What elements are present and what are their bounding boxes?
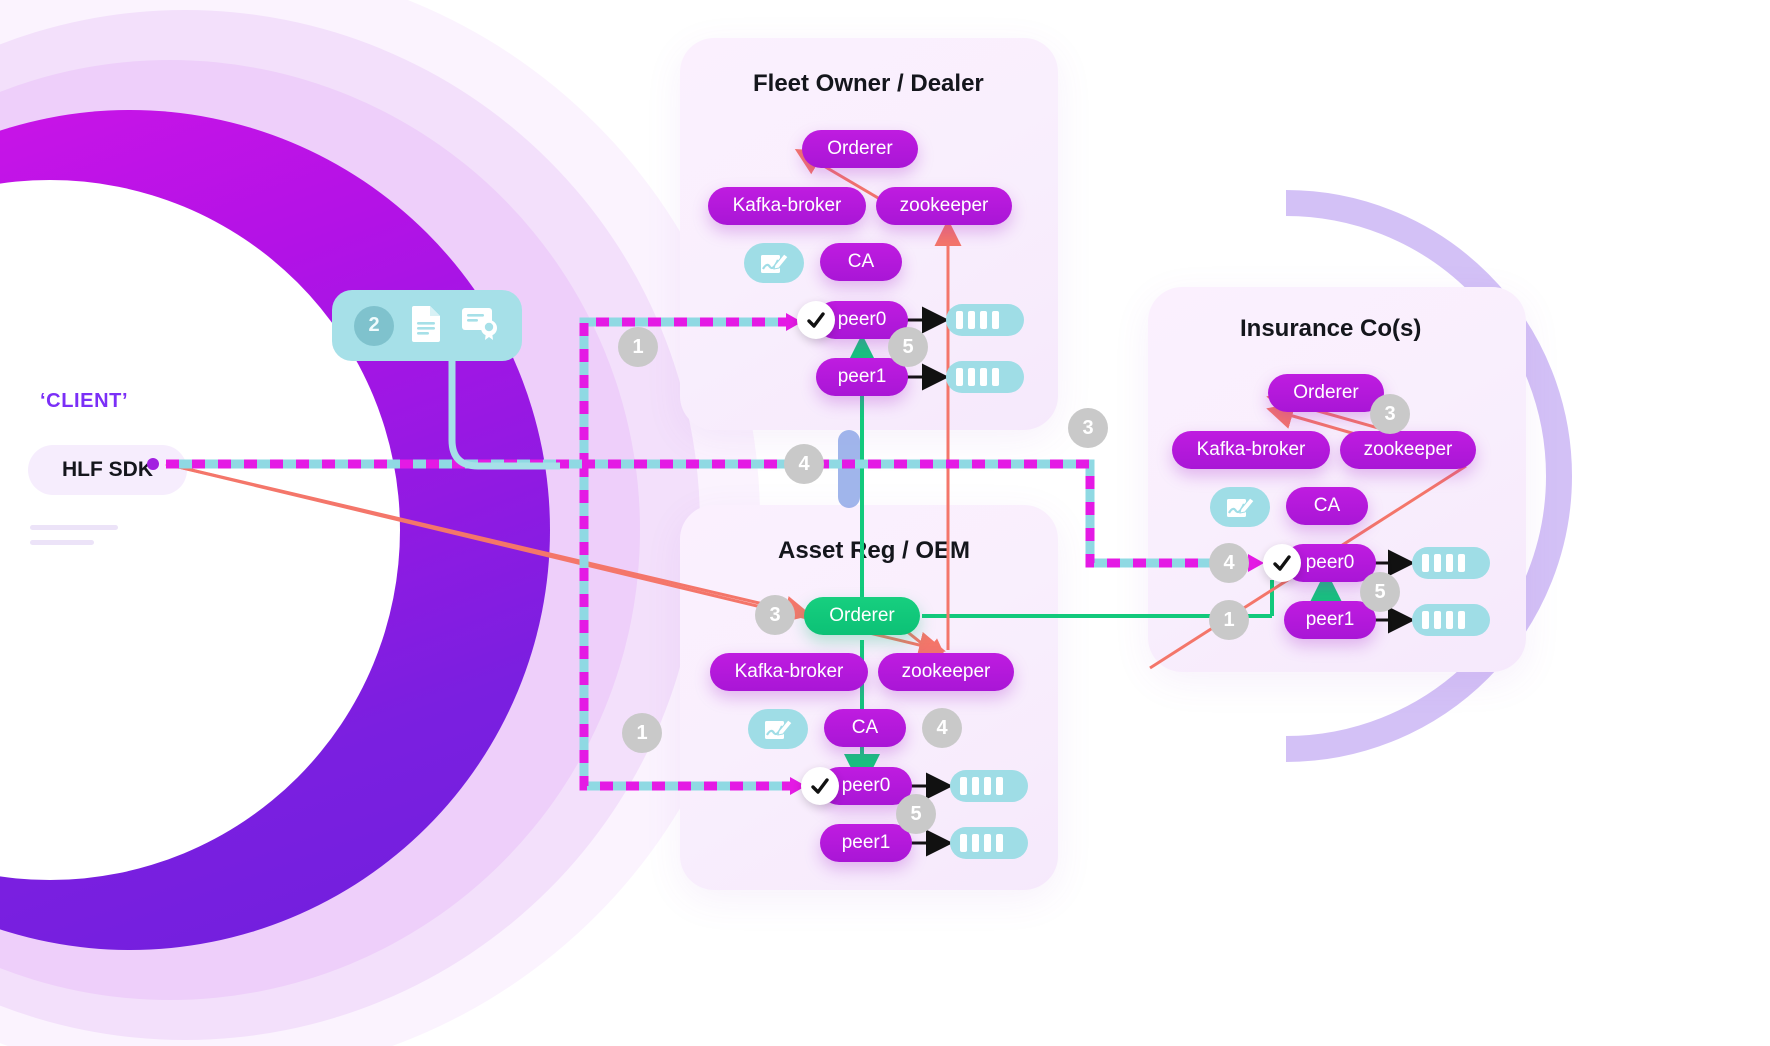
badge-oem-step-4: 4 (922, 708, 962, 748)
badge-oem-step-3: 3 (755, 595, 795, 635)
badge-insurance-step-3: 3 (1370, 394, 1410, 434)
fleet-kafka-broker-node[interactable]: Kafka-broker (708, 187, 866, 225)
certificate-icon (460, 304, 500, 347)
oem-kafka-broker-node[interactable]: Kafka-broker (710, 653, 868, 691)
hlf-sdk-node[interactable]: HLF SDK (28, 445, 187, 495)
insurance-kafka-broker-node[interactable]: Kafka-broker (1172, 431, 1330, 469)
badge-fleet-step-5: 5 (888, 327, 928, 367)
badge-insurance-step-5: 5 (1360, 572, 1400, 612)
insurance-ca-node[interactable]: CA (1286, 487, 1368, 525)
oem-signature-icon (748, 709, 808, 749)
oem-orderer-node[interactable]: Orderer (804, 597, 920, 635)
fleet-peer1-ledger-icon (946, 361, 1024, 393)
oem-peer1-ledger-icon (950, 827, 1028, 859)
fleet-peer1-node[interactable]: peer1 (816, 358, 908, 396)
fleet-peer0-check-icon (797, 301, 835, 339)
insurance-signature-icon (1210, 487, 1270, 527)
org-title-fleet-owner: Fleet Owner / Dealer (753, 70, 984, 97)
insurance-peer1-ledger-icon (1412, 604, 1490, 636)
org-title-asset-reg-oem: Asset Reg / OEM (778, 537, 971, 564)
org-title-insurance-co: Insurance Co(s) (1240, 315, 1422, 342)
diagram-canvas: ‘CLIENT’ HLF SDK Fleet Owner / Dealer As… (0, 0, 1770, 1046)
oem-zookeeper-node[interactable]: zookeeper (878, 653, 1014, 691)
document-icon (410, 304, 444, 347)
oem-peer0-ledger-icon (950, 770, 1028, 802)
fleet-signature-icon (744, 243, 804, 283)
oem-peer0-check-icon (801, 767, 839, 805)
hlf-sdk-connector-dot (147, 458, 159, 470)
fleet-ca-node[interactable]: CA (820, 243, 902, 281)
insurance-orderer-node[interactable]: Orderer (1268, 374, 1384, 412)
insurance-zookeeper-node[interactable]: zookeeper (1340, 431, 1476, 469)
insurance-peer0-check-icon (1263, 544, 1301, 582)
fleet-peer0-ledger-icon (946, 304, 1024, 336)
badge-insurance-step-4: 4 (1209, 543, 1249, 583)
badge-center-step-3: 3 (1068, 408, 1108, 448)
insurance-peer0-ledger-icon (1412, 547, 1490, 579)
callout-step-2[interactable]: 2 (332, 290, 522, 361)
badge-center-step-4: 4 (784, 444, 824, 484)
badge-insurance-step-1: 1 (1209, 600, 1249, 640)
fleet-orderer-node[interactable]: Orderer (802, 130, 918, 168)
client-placeholder-lines (30, 525, 118, 555)
badge-fleet-step-1: 1 (618, 327, 658, 367)
callout-step-badge: 2 (354, 305, 394, 346)
badge-oem-step-5: 5 (896, 794, 936, 834)
client-label: ‘CLIENT’ (40, 390, 129, 412)
badge-oem-step-1: 1 (622, 713, 662, 753)
insurance-peer1-node[interactable]: peer1 (1284, 601, 1376, 639)
oem-peer1-node[interactable]: peer1 (820, 824, 912, 862)
fleet-zookeeper-node[interactable]: zookeeper (876, 187, 1012, 225)
oem-ca-node[interactable]: CA (824, 709, 906, 747)
